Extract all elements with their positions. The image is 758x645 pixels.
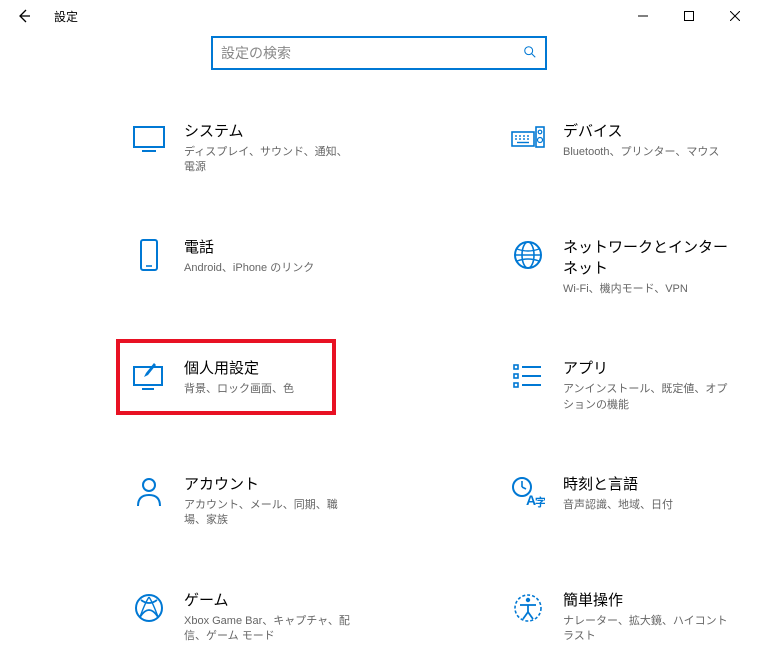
category-title: 簡単操作 [563, 589, 733, 610]
close-button[interactable] [712, 0, 758, 32]
category-desc: 背景、ロック画面、色 [184, 382, 294, 397]
categories-grid: システム ディスプレイ、サウンド、通知、電源 デバイス [0, 70, 758, 645]
list-icon [509, 357, 547, 395]
search-icon [523, 45, 537, 62]
person-icon [130, 473, 168, 511]
xbox-icon [130, 589, 168, 627]
phone-icon [130, 236, 168, 274]
globe-icon [509, 236, 547, 274]
category-desc: Android、iPhone のリンク [184, 261, 314, 276]
svg-text:字: 字 [535, 495, 545, 508]
search-row [0, 36, 758, 70]
category-desc: Xbox Game Bar、キャプチャ、配信、ゲーム モード [184, 614, 354, 645]
category-desc: ナレーター、拡大鏡、ハイコントラスト [563, 614, 733, 645]
category-time-language[interactable]: A 字 時刻と言語 音声認識、地域、日付 [379, 473, 758, 529]
category-system[interactable]: システム ディスプレイ、サウンド、通知、電源 [0, 120, 379, 176]
category-gaming[interactable]: ゲーム Xbox Game Bar、キャプチャ、配信、ゲーム モード [0, 589, 379, 645]
clock-language-icon: A 字 [509, 473, 547, 511]
category-title: 個人用設定 [184, 357, 294, 378]
category-ease-of-access[interactable]: 簡単操作 ナレーター、拡大鏡、ハイコントラスト [379, 589, 758, 645]
category-devices[interactable]: デバイス Bluetooth、プリンター、マウス [379, 120, 758, 176]
titlebar: 設定 [0, 0, 758, 32]
category-personalization[interactable]: 個人用設定 背景、ロック画面、色 [0, 357, 379, 413]
category-desc: ディスプレイ、サウンド、通知、電源 [184, 145, 354, 176]
keyboard-speaker-icon [509, 120, 547, 158]
category-title: ネットワークとインターネット [563, 236, 733, 278]
minimize-button[interactable] [620, 0, 666, 32]
category-desc: Wi-Fi、機内モード、VPN [563, 282, 733, 297]
category-title: 電話 [184, 236, 314, 257]
category-desc: Bluetooth、プリンター、マウス [563, 145, 719, 160]
window-controls [620, 0, 758, 32]
back-arrow-icon [16, 8, 32, 24]
minimize-icon [638, 11, 648, 21]
category-accounts[interactable]: アカウント アカウント、メール、同期、職場、家族 [0, 473, 379, 529]
category-desc: アンインストール、既定値、オプションの機能 [563, 382, 733, 413]
back-button[interactable] [0, 0, 48, 32]
accessibility-icon [509, 589, 547, 627]
category-title: 時刻と言語 [563, 473, 673, 494]
category-title: ゲーム [184, 589, 354, 610]
maximize-icon [684, 11, 694, 21]
category-title: アカウント [184, 473, 354, 494]
category-desc: 音声認識、地域、日付 [563, 498, 673, 513]
category-network[interactable]: ネットワークとインターネット Wi-Fi、機内モード、VPN [379, 236, 758, 297]
paintbrush-monitor-icon [130, 357, 168, 395]
category-phone[interactable]: 電話 Android、iPhone のリンク [0, 236, 379, 297]
category-title: デバイス [563, 120, 719, 141]
search-box[interactable] [211, 36, 547, 70]
category-title: アプリ [563, 357, 733, 378]
close-icon [730, 11, 740, 21]
search-input[interactable] [221, 45, 523, 61]
maximize-button[interactable] [666, 0, 712, 32]
display-icon [130, 120, 168, 158]
category-apps[interactable]: アプリ アンインストール、既定値、オプションの機能 [379, 357, 758, 413]
category-title: システム [184, 120, 354, 141]
window-title: 設定 [54, 8, 78, 25]
category-desc: アカウント、メール、同期、職場、家族 [184, 498, 354, 529]
